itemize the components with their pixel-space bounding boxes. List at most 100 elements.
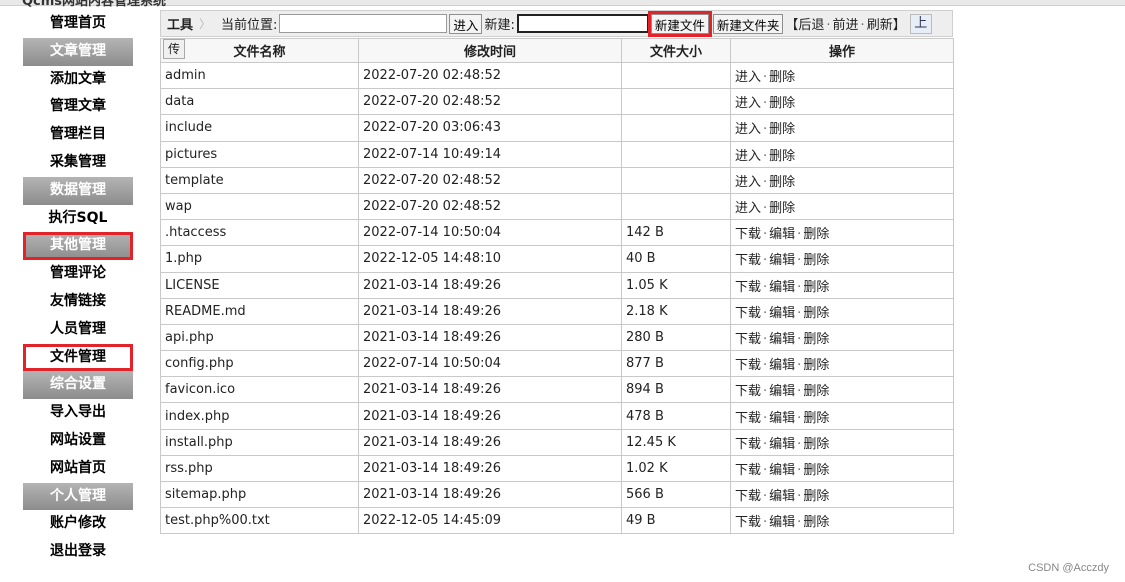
sidebar-item[interactable]: 管理文章: [23, 93, 133, 122]
sidebar-item[interactable]: 文件管理: [23, 343, 133, 372]
download-link[interactable]: 下载: [735, 463, 761, 478]
delete-link[interactable]: 删除: [803, 411, 829, 426]
download-link[interactable]: 下载: [735, 253, 761, 268]
sidebar-item[interactable]: 友情链接: [23, 287, 133, 316]
file-name-link[interactable]: admin: [165, 68, 206, 83]
sidebar-item[interactable]: 采集管理: [23, 148, 133, 177]
upload-tab[interactable]: 传: [163, 39, 186, 59]
edit-link[interactable]: 编辑: [769, 411, 795, 426]
file-name-link[interactable]: test.php%00.txt: [165, 513, 270, 528]
sidebar-category[interactable]: 个人管理: [23, 482, 133, 511]
sidebar-item[interactable]: 退出登录: [23, 538, 133, 566]
delete-link[interactable]: 删除: [769, 70, 795, 85]
sidebar-category[interactable]: 其他管理: [23, 232, 133, 261]
sidebar-item[interactable]: 人员管理: [23, 315, 133, 344]
delete-link[interactable]: 删除: [769, 149, 795, 164]
sidebar-item[interactable]: 执行SQL: [23, 204, 133, 233]
delete-link[interactable]: 删除: [803, 306, 829, 321]
delete-link[interactable]: 删除: [803, 332, 829, 347]
edit-link[interactable]: 编辑: [769, 384, 795, 399]
sidebar-item[interactable]: 管理栏目: [23, 121, 133, 149]
file-name-link[interactable]: include: [165, 120, 212, 135]
delete-link[interactable]: 删除: [803, 384, 829, 399]
download-link[interactable]: 下载: [735, 332, 761, 347]
enter-link[interactable]: 进入: [735, 149, 761, 164]
new-name-input[interactable]: [516, 14, 649, 33]
delete-link[interactable]: 删除: [803, 463, 829, 478]
file-name-link[interactable]: pictures: [165, 147, 217, 162]
delete-link[interactable]: 删除: [769, 122, 795, 137]
sidebar-category[interactable]: 数据管理: [23, 176, 133, 205]
enter-link[interactable]: 进入: [735, 122, 761, 137]
sidebar-item[interactable]: 管理评论: [23, 260, 133, 288]
file-name-link[interactable]: LICENSE: [165, 278, 220, 293]
delete-link[interactable]: 删除: [769, 201, 795, 216]
enter-link[interactable]: 进入: [735, 175, 761, 190]
delete-link[interactable]: 删除: [803, 437, 829, 452]
file-name-link[interactable]: api.php: [165, 330, 214, 345]
sidebar-item[interactable]: 添加文章: [23, 65, 133, 94]
download-link[interactable]: 下载: [735, 358, 761, 373]
file-name-link[interactable]: rss.php: [165, 461, 213, 476]
file-name-link[interactable]: wap: [165, 199, 192, 214]
file-name-cell: wap: [160, 192, 359, 221]
sidebar-item[interactable]: 网站首页: [23, 454, 133, 483]
enter-link[interactable]: 进入: [735, 201, 761, 216]
sidebar-item[interactable]: 网站设置: [23, 426, 133, 455]
sidebar-item[interactable]: 账户修改: [23, 510, 133, 539]
edit-link[interactable]: 编辑: [769, 515, 795, 530]
back-link[interactable]: 后退: [798, 18, 824, 33]
edit-link[interactable]: 编辑: [769, 332, 795, 347]
refresh-link[interactable]: 刷新: [867, 18, 893, 33]
file-name-link[interactable]: data: [165, 94, 194, 109]
download-link[interactable]: 下载: [735, 280, 761, 295]
sidebar-category[interactable]: 综合设置: [23, 371, 133, 400]
file-name-link[interactable]: .htaccess: [165, 225, 226, 240]
edit-link[interactable]: 编辑: [769, 253, 795, 268]
delete-link[interactable]: 删除: [803, 253, 829, 268]
file-name-link[interactable]: config.php: [165, 356, 234, 371]
delete-link[interactable]: 删除: [769, 96, 795, 111]
download-link[interactable]: 下载: [735, 306, 761, 321]
file-name-link[interactable]: sitemap.php: [165, 487, 246, 502]
dot-separator: ·: [763, 331, 768, 347]
new-folder-button[interactable]: 新建文件夹: [712, 13, 784, 34]
file-name-link[interactable]: favicon.ico: [165, 382, 235, 397]
edit-link[interactable]: 编辑: [769, 306, 795, 321]
sidebar-item[interactable]: 导入导出: [23, 399, 133, 427]
download-link[interactable]: 下载: [735, 515, 761, 530]
location-input[interactable]: [279, 14, 448, 33]
delete-link[interactable]: 删除: [803, 358, 829, 373]
download-link[interactable]: 下载: [735, 384, 761, 399]
edit-link[interactable]: 编辑: [769, 227, 795, 242]
edit-link[interactable]: 编辑: [769, 358, 795, 373]
download-link[interactable]: 下载: [735, 227, 761, 242]
enter-link[interactable]: 进入: [735, 96, 761, 111]
modified-time-cell: 2022-12-05 14:48:10: [358, 245, 622, 273]
enter-link[interactable]: 进入: [735, 70, 761, 85]
sidebar-category[interactable]: 文章管理: [23, 37, 133, 66]
file-name-link[interactable]: 1.php: [165, 251, 202, 266]
file-name-link[interactable]: install.php: [165, 435, 233, 450]
forward-link[interactable]: 前进: [833, 18, 859, 33]
up-button[interactable]: 上: [909, 13, 932, 34]
delete-link[interactable]: 删除: [803, 489, 829, 504]
edit-link[interactable]: 编辑: [769, 437, 795, 452]
file-name-link[interactable]: README.md: [165, 304, 246, 319]
download-link[interactable]: 下载: [735, 489, 761, 504]
file-name-link[interactable]: template: [165, 173, 224, 188]
download-link[interactable]: 下载: [735, 411, 761, 426]
delete-link[interactable]: 删除: [803, 280, 829, 295]
delete-link[interactable]: 删除: [769, 175, 795, 190]
sidebar-item[interactable]: 管理首页: [23, 10, 133, 38]
new-file-button[interactable]: 新建文件: [647, 10, 712, 37]
edit-link[interactable]: 编辑: [769, 463, 795, 478]
edit-link[interactable]: 编辑: [769, 489, 795, 504]
download-link[interactable]: 下载: [735, 437, 761, 452]
file-name-link[interactable]: index.php: [165, 409, 229, 424]
delete-link[interactable]: 删除: [803, 227, 829, 242]
modified-time-cell: 2021-03-14 18:49:26: [358, 480, 622, 509]
enter-button[interactable]: 进入: [449, 13, 483, 34]
delete-link[interactable]: 删除: [803, 515, 829, 530]
edit-link[interactable]: 编辑: [769, 280, 795, 295]
